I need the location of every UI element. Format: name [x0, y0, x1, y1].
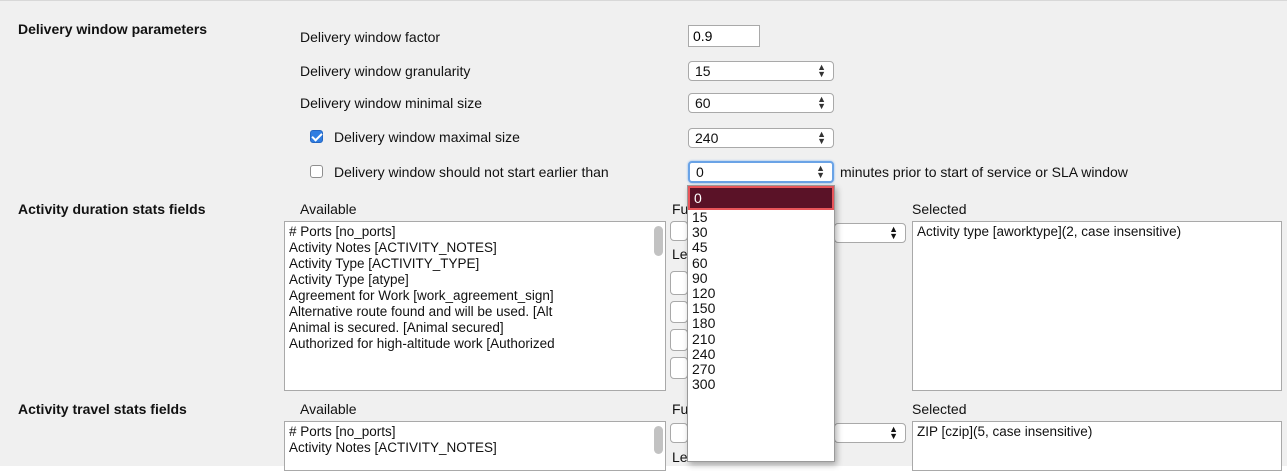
delivery-window-maximal-select[interactable]: 240 ▲ ▼	[688, 128, 834, 148]
travel-selected-header: Selected	[912, 401, 967, 417]
travel-available-header: Available	[300, 401, 357, 417]
delivery-window-start-label: Delivery window should not start earlier…	[334, 164, 609, 180]
dropdown-option[interactable]: 90	[688, 270, 834, 286]
travel-function-select[interactable]	[670, 423, 688, 443]
start-offset-dropdown[interactable]: 0 15 30 45 60 90 120 150 180 210 240 270…	[687, 185, 835, 462]
list-item[interactable]: # Ports [no_ports]	[289, 424, 661, 440]
delivery-window-start-select[interactable]: 0 ▲ ▼	[688, 161, 834, 183]
start-value: 0	[696, 164, 704, 180]
dropdown-option[interactable]: 60	[688, 255, 834, 271]
updown-arrow-icon: ▲ ▼	[817, 94, 826, 111]
list-item[interactable]: Agreement for Work [work_agreement_sign]	[289, 288, 661, 304]
minimal-value: 60	[695, 95, 711, 111]
dropdown-option[interactable]: 150	[688, 300, 834, 316]
list-item[interactable]: Activity Type [atype]	[289, 272, 661, 288]
delivery-window-granularity-label: Delivery window granularity	[300, 63, 471, 79]
duration-add-button[interactable]	[670, 301, 688, 323]
dropdown-option[interactable]: 180	[688, 316, 834, 331]
travel-function-select-right[interactable]: ▲ ▼	[834, 423, 906, 443]
delivery-window-maximal-checkbox[interactable]	[310, 130, 323, 143]
updown-arrow-icon: ▲ ▼	[817, 62, 826, 79]
dropdown-option[interactable]: 30	[688, 224, 834, 240]
delivery-window-start-checkbox[interactable]	[310, 165, 323, 178]
updown-arrow-icon: ▲ ▼	[889, 424, 898, 441]
maximal-value: 240	[695, 130, 719, 146]
list-item[interactable]: Activity type [aworktype](2, case insens…	[917, 224, 1277, 240]
settings-panel: Delivery window parameters Delivery wind…	[0, 0, 1287, 471]
granularity-value: 15	[695, 63, 711, 79]
list-item[interactable]: Alternative route found and will be used…	[289, 304, 661, 320]
section-label-delivery-window: Delivery window parameters	[18, 21, 208, 37]
duration-length-header: Le	[672, 246, 688, 262]
delivery-window-maximal-label: Delivery window maximal size	[334, 129, 520, 145]
travel-selected-list[interactable]: ZIP [czip](5, case insensitive)	[912, 421, 1282, 471]
dropdown-option[interactable]: 270	[688, 361, 834, 377]
list-item[interactable]: Authorized for high-altitude work [Autho…	[289, 336, 661, 352]
duration-move-button[interactable]	[670, 357, 688, 379]
scrollbar-thumb[interactable]	[654, 226, 663, 256]
duration-length-input[interactable]	[670, 271, 688, 295]
dropdown-option[interactable]: 15	[688, 209, 834, 225]
duration-available-header: Available	[300, 201, 357, 217]
dropdown-option[interactable]: 45	[688, 240, 834, 255]
travel-function-header: Fu	[672, 401, 689, 417]
dropdown-option[interactable]: 300	[688, 376, 834, 392]
duration-function-select-right[interactable]: ▲ ▼	[834, 223, 906, 243]
delivery-window-start-suffix: minutes prior to start of service or SLA…	[840, 164, 1128, 180]
list-item[interactable]: Activity Notes [ACTIVITY_NOTES]	[289, 240, 661, 256]
dropdown-option[interactable]: 120	[688, 285, 834, 301]
delivery-window-factor-input[interactable]	[688, 25, 760, 47]
duration-function-header: Fu	[672, 201, 689, 217]
updown-arrow-icon: ▲ ▼	[817, 129, 826, 146]
updown-arrow-icon: ▲ ▼	[816, 163, 825, 180]
travel-length-header: Le	[672, 449, 688, 465]
dropdown-option[interactable]: 240	[688, 346, 834, 362]
updown-arrow-icon: ▲ ▼	[889, 224, 898, 241]
delivery-window-minimal-label: Delivery window minimal size	[300, 95, 483, 111]
dropdown-option[interactable]: 210	[688, 331, 834, 347]
travel-available-list[interactable]: # Ports [no_ports] Activity Notes [ACTIV…	[284, 421, 666, 471]
list-item[interactable]: # Ports [no_ports]	[289, 224, 661, 240]
duration-function-select[interactable]	[670, 221, 688, 241]
duration-remove-button[interactable]	[670, 329, 688, 351]
delivery-window-granularity-select[interactable]: 15 ▲ ▼	[688, 61, 834, 81]
duration-available-list[interactable]: # Ports [no_ports] Activity Notes [ACTIV…	[284, 221, 666, 391]
section-label-activity-duration: Activity duration stats fields	[18, 201, 206, 217]
delivery-window-factor-label: Delivery window factor	[300, 29, 441, 45]
dropdown-option[interactable]: 0	[688, 186, 834, 210]
delivery-window-minimal-select[interactable]: 60 ▲ ▼	[688, 93, 834, 113]
section-label-activity-travel: Activity travel stats fields	[18, 401, 187, 417]
list-item[interactable]: Activity Notes [ACTIVITY_NOTES]	[289, 440, 661, 456]
duration-selected-header: Selected	[912, 201, 967, 217]
list-item[interactable]: Activity Type [ACTIVITY_TYPE]	[289, 256, 661, 272]
list-item[interactable]: Animal is secured. [Animal secured]	[289, 320, 661, 336]
list-item[interactable]: ZIP [czip](5, case insensitive)	[917, 424, 1277, 440]
duration-selected-list[interactable]: Activity type [aworktype](2, case insens…	[912, 221, 1282, 391]
scrollbar-thumb[interactable]	[654, 426, 663, 454]
